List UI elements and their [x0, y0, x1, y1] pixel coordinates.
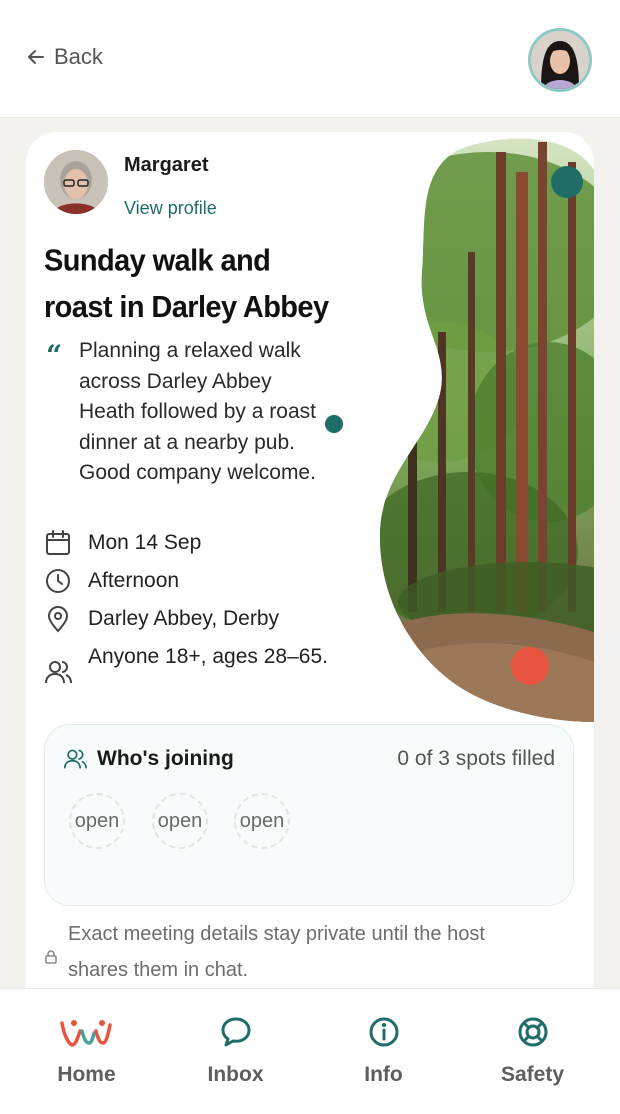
back-arrow-icon [28, 50, 44, 64]
tab-info-label: Info [364, 1063, 403, 1086]
back-button[interactable]: Back [26, 44, 103, 70]
event-time-row: Afternoon [44, 566, 338, 596]
quote-icon: “ [46, 339, 63, 372]
people-icon [45, 661, 72, 684]
open-spot[interactable]: open [152, 793, 208, 849]
back-label: Back [54, 44, 103, 69]
event-audience-row: Anyone 18+, ages 28–65. [44, 642, 338, 686]
tab-home-label: Home [57, 1063, 116, 1086]
tab-inbox-label: Inbox [207, 1063, 264, 1086]
tab-safety[interactable]: Safety [455, 989, 610, 1114]
clock-icon [46, 569, 70, 593]
lifebuoy-icon [518, 1017, 547, 1047]
host-name: Margaret [124, 154, 209, 176]
tab-home[interactable]: Home [9, 989, 164, 1114]
privacy-note: Exact meeting details stay private until… [44, 916, 548, 988]
event-location-row: Darley Abbey, Derby [44, 604, 338, 634]
event-audience: Anyone 18+, ages 28–65. [88, 645, 328, 668]
event-title: Sunday walk and roast in Darley Abbey [44, 244, 329, 325]
decorative-dot [325, 415, 343, 433]
event-time: Afternoon [88, 569, 180, 592]
event-date: Mon 14 Sep [88, 531, 202, 554]
tab-info[interactable]: Info [306, 989, 461, 1114]
tab-safety-label: Safety [500, 1063, 565, 1086]
lock-icon [45, 950, 57, 964]
event-description: Planning a relaxed walk across Darley Ab… [79, 339, 316, 484]
event-date-row: Mon 14 Sep [44, 528, 338, 558]
bottom-tab-bar: Home Inbox Info Safety [0, 988, 620, 1114]
calendar-icon [46, 530, 70, 555]
chat-bubble-icon [221, 1017, 250, 1047]
whos-joining-header: Who's joining [63, 747, 234, 771]
user-avatar[interactable] [528, 28, 592, 92]
whos-joining-panel: Who's joining 0 of 3 spots filled open o… [44, 724, 574, 906]
open-spot[interactable]: open [69, 793, 125, 849]
location-pin-icon [47, 606, 69, 633]
event-location: Darley Abbey, Derby [88, 607, 280, 630]
host-avatar[interactable] [44, 150, 108, 214]
tab-inbox[interactable]: Inbox [158, 989, 313, 1114]
whos-joining-title: Who's joining [97, 747, 234, 770]
home-logo-icon [59, 1020, 112, 1047]
privacy-text: Exact meeting details stay private until… [68, 923, 485, 981]
spots-status: 0 of 3 spots filled [397, 747, 555, 770]
event-card: Margaret View profile Sunday walk and ro… [26, 132, 594, 1032]
view-profile-link[interactable]: View profile [124, 198, 217, 219]
top-bar: Back [0, 0, 620, 118]
info-circle-icon [369, 1017, 398, 1047]
people-icon [63, 749, 87, 769]
forest-image [379, 138, 594, 722]
open-spot[interactable]: open [234, 793, 290, 849]
